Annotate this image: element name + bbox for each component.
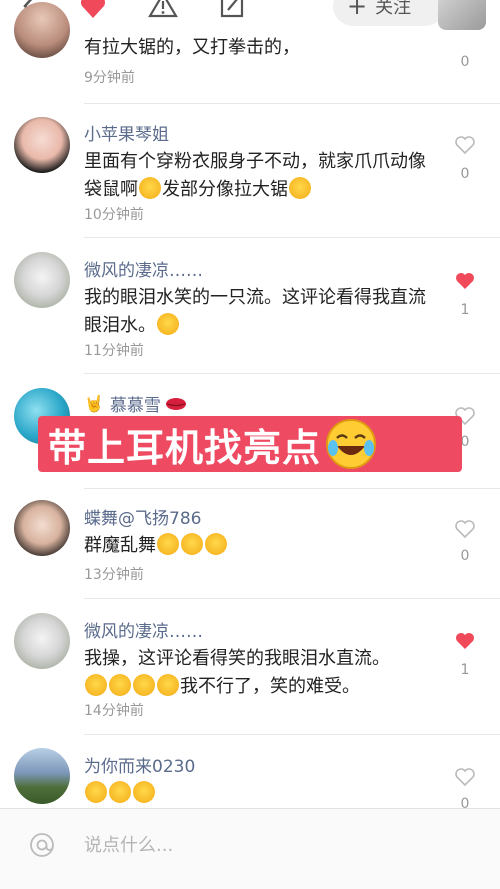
commenter-name[interactable]: 为你而来0230 (84, 752, 195, 777)
comment-text: 有拉大锯的，又打拳击的， (84, 37, 300, 58)
rock-hand-emoji-icon: 🤘 (84, 394, 104, 413)
laughing-emoji-icon (289, 177, 311, 199)
heart-icon[interactable] (78, 0, 108, 22)
comment-text: 我操，这评论看得笑的我眼泪水直流。我不行了，笑的难受。 (84, 645, 434, 701)
divider (84, 734, 500, 735)
divider (84, 237, 500, 238)
like-heart-icon[interactable] (454, 270, 476, 292)
comment-text-suffix: 发部分像拉大锯 (162, 179, 288, 200)
avatar[interactable] (14, 117, 70, 173)
comment-text: 我的眼泪水笑的一只流。这评论看得我直流眼泪水。 (84, 284, 434, 340)
comment-text-main: 我的眼泪水笑的一只流。这评论看得我直流眼泪水。 (84, 287, 426, 336)
comment-text (84, 780, 434, 808)
divider (84, 598, 500, 599)
laughing-emoji-icon (157, 674, 179, 696)
smile-emoji-icon (157, 533, 179, 555)
like-heart-icon[interactable] (454, 766, 476, 788)
laughing-emoji-icon (85, 674, 107, 696)
comment-input[interactable] (84, 829, 464, 861)
like-count: 0 (460, 54, 470, 70)
laughing-emoji-icon (133, 781, 155, 803)
comment-text-main: 我操，这评论看得笑的我眼泪水直流。 (84, 648, 390, 669)
comment-time: 11分钟前 (84, 343, 144, 359)
divider (84, 103, 500, 104)
top-bar: + 关注 (0, 0, 500, 34)
at-icon[interactable] (28, 831, 56, 859)
commenter-name[interactable]: 微风的凄凉…… (84, 617, 203, 642)
like-count: 0 (460, 166, 470, 182)
commenter-name-row: 🤘 慕慕雪 (84, 391, 187, 416)
like-heart-icon[interactable] (454, 518, 476, 540)
divider (84, 373, 500, 374)
like-heart-icon[interactable] (454, 134, 476, 156)
laughing-emoji-icon (109, 781, 131, 803)
laughing-emoji-icon (85, 781, 107, 803)
avatar[interactable] (14, 252, 70, 308)
overlay-banner: 带上耳机找亮点 (38, 416, 462, 472)
laughing-tears-emoji-icon (326, 419, 377, 469)
comment-time: 14分钟前 (84, 703, 144, 719)
laughing-emoji-icon (109, 674, 131, 696)
author-avatar[interactable] (438, 0, 486, 30)
like-heart-icon[interactable] (454, 630, 476, 652)
like-count: 0 (460, 548, 470, 564)
laughing-emoji-icon (157, 313, 179, 335)
comment-text-suffix: 我不行了，笑的难受。 (180, 676, 360, 697)
commenter-name[interactable]: 小苹果琴姐 (84, 120, 169, 145)
divider (84, 488, 500, 489)
laughing-emoji-icon (139, 177, 161, 199)
grin-emoji-icon (181, 533, 203, 555)
laughing-emoji-icon (133, 674, 155, 696)
comment-text: 群魔乱舞 (84, 532, 434, 560)
kiss-lips-icon (165, 397, 186, 410)
commenter-name[interactable]: 蝶舞@飞扬786 (84, 504, 201, 529)
follow-label: 关注 (375, 0, 412, 18)
plus-icon: + (347, 0, 368, 20)
comment-text-main: 群魔乱舞 (84, 535, 156, 556)
warning-icon[interactable] (148, 0, 178, 22)
avatar[interactable] (14, 2, 70, 58)
comment-text: 里面有个穿粉衣服身子不动，就家爪爪动像袋鼠啊 发部分像拉大锯 (84, 148, 434, 204)
like-count: 1 (460, 662, 470, 678)
commenter-name[interactable]: 慕慕雪 (110, 391, 161, 416)
avatar[interactable] (14, 613, 70, 669)
comment-time: 13分钟前 (84, 567, 144, 583)
avatar[interactable] (14, 748, 70, 804)
commenter-name[interactable]: 微风的凄凉…… (84, 256, 203, 281)
comment-time: 10分钟前 (84, 207, 144, 223)
follow-button[interactable]: + 关注 (333, 0, 445, 26)
comment-input-bar (0, 808, 500, 889)
edit-icon[interactable] (218, 0, 248, 22)
comment-time: 9分钟前 (84, 70, 135, 86)
avatar[interactable] (14, 500, 70, 556)
sweat-smile-emoji-icon (205, 533, 227, 555)
overlay-text: 带上耳机找亮点 (48, 425, 322, 470)
like-count: 1 (460, 302, 470, 318)
